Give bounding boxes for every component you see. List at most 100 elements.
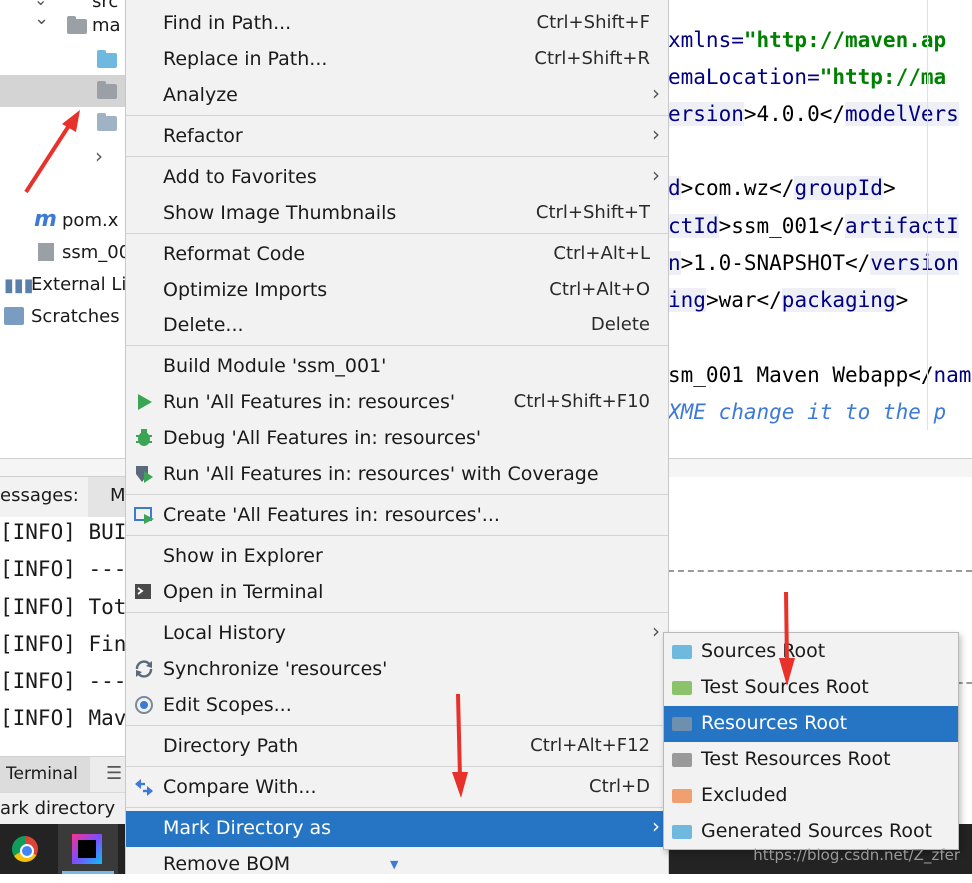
menu-item-debug[interactable]: Debug 'All Features in: resources' — [126, 421, 668, 457]
menu-item-analyze[interactable]: Analyze › — [126, 78, 668, 114]
submenu-item-generated-sources-root[interactable]: Generated Sources Root — [664, 814, 958, 850]
menu-item-reformat-code[interactable]: Reformat Code Ctrl+Alt+L — [126, 237, 668, 273]
console-line: [INFO] Mav — [0, 706, 127, 730]
chrome-taskbar-button[interactable] — [0, 824, 52, 874]
menu-separator — [126, 725, 668, 726]
menu-item-show-in-explorer[interactable]: Show in Explorer — [126, 539, 668, 575]
sync-icon — [135, 660, 153, 678]
tree-item-external-libraries[interactable]: ▮▮▮ External Li — [0, 269, 127, 301]
folder-icon — [97, 81, 117, 99]
project-tree: ⌄ src ⌄ ma › m pom.x ssm_00 ▮▮▮ External… — [0, 0, 130, 460]
menu-item-run-with-coverage[interactable]: Run 'All Features in: resources' with Co… — [126, 457, 668, 493]
menu-separator — [126, 156, 668, 157]
status-bar: ark directory — [0, 792, 125, 825]
console-line: [INFO] --- — [0, 557, 127, 581]
chevron-right-icon: › — [652, 814, 660, 838]
menu-item-run[interactable]: Run 'All Features in: resources' Ctrl+Shi… — [126, 385, 668, 421]
chevron-right-icon: › — [652, 122, 660, 146]
generated-sources-root-icon — [672, 825, 692, 839]
menu-item-delete[interactable]: Delete... Delete — [126, 308, 668, 344]
code-line: xmlns="http://maven.ap — [668, 28, 947, 52]
chevron-right-icon: › — [652, 619, 660, 643]
code-line: sm_001 Maven Webapp</nam — [668, 363, 972, 387]
intellij-taskbar-button[interactable] — [58, 824, 118, 874]
menu-item-local-history[interactable]: Local History › — [126, 616, 668, 652]
menu-item-optimize-imports[interactable]: Optimize Imports Ctrl+Alt+O — [126, 273, 668, 309]
tree-item-label: pom.x — [62, 210, 119, 231]
messages-tab[interactable]: essages: — [0, 485, 79, 506]
tree-item-main[interactable]: ⌄ ma — [0, 8, 125, 42]
menu-item-build-module[interactable]: Build Module 'ssm_001' — [126, 349, 668, 385]
tree-item-scratches[interactable]: Scratches — [0, 301, 125, 333]
menu-separator — [126, 494, 668, 495]
test-resources-root-icon — [672, 753, 692, 767]
compare-icon — [135, 779, 153, 796]
debug-icon — [136, 429, 152, 446]
tree-item-resources[interactable] — [0, 75, 125, 107]
libraries-icon: ▮▮▮ — [4, 275, 34, 296]
scroll-down-icon[interactable]: ▼ — [390, 858, 398, 871]
tree-item-java[interactable] — [0, 44, 125, 76]
maven-tab[interactable]: M — [110, 485, 126, 506]
list-icon[interactable]: ☰ — [106, 763, 122, 784]
menu-separator — [126, 766, 668, 767]
tool-window-bar: Terminal ☰ — [0, 756, 125, 793]
chevron-down-icon[interactable]: ⌄ — [34, 8, 49, 29]
menu-separator — [126, 345, 668, 346]
menu-item-create-configuration[interactable]: Create 'All Features in: resources'... — [126, 498, 668, 534]
submenu-item-test-sources-root[interactable]: Test Sources Root — [664, 670, 958, 706]
create-config-icon — [134, 507, 154, 524]
terminal-tab[interactable]: Terminal — [6, 764, 78, 784]
annotation-arrow — [452, 693, 468, 798]
tree-item-label: ma — [92, 15, 121, 36]
tree-item-pom[interactable]: m pom.x — [0, 205, 125, 237]
menu-item-add-to-favorites[interactable]: Add to Favorites › — [126, 160, 668, 196]
submenu-item-sources-root[interactable]: Sources Root — [664, 634, 958, 670]
sources-root-icon — [672, 645, 692, 659]
code-line: emaLocation="http://ma — [668, 65, 947, 89]
terminal-icon — [135, 584, 151, 599]
web-folder-icon — [97, 113, 117, 131]
test-sources-root-icon — [672, 681, 692, 695]
menu-item-compare-with[interactable]: Compare With... Ctrl+D — [126, 770, 668, 806]
tree-item-label: External Li — [31, 274, 127, 295]
menu-separator — [126, 233, 668, 234]
chevron-right-icon[interactable]: › — [95, 144, 103, 168]
menu-separator — [126, 807, 668, 808]
menu-item-replace-in-path[interactable]: Replace in Path... Ctrl+Shift+R — [126, 42, 668, 78]
code-line: n>1.0-SNAPSHOT</version — [668, 251, 959, 275]
maven-file-icon: m — [34, 207, 57, 232]
scope-icon — [135, 696, 153, 714]
excluded-icon — [672, 789, 692, 803]
status-text: ark directory — [0, 798, 116, 819]
menu-item-find-in-path[interactable]: Find in Path... Ctrl+Shift+F — [126, 6, 668, 42]
menu-item-directory-path[interactable]: Directory Path Ctrl+Alt+F12 — [126, 729, 668, 765]
console-line: [INFO] Fin — [0, 632, 127, 656]
editor-right-margin — [927, 0, 928, 430]
console-dash-line — [957, 682, 972, 684]
menu-item-mark-directory-as[interactable]: Mark Directory as › — [126, 811, 668, 847]
annotation-arrow — [779, 591, 795, 686]
console-line: [INFO] --- — [0, 669, 127, 693]
menu-item-synchronize[interactable]: Synchronize 'resources' — [126, 652, 668, 688]
submenu-item-excluded[interactable]: Excluded — [664, 778, 958, 814]
menu-item-open-in-terminal[interactable]: Open in Terminal — [126, 575, 668, 611]
console-dash-line — [668, 570, 972, 572]
menu-item-show-image-thumbnails[interactable]: Show Image Thumbnails Ctrl+Shift+T — [126, 196, 668, 232]
code-line: ing>war</packaging> — [668, 288, 909, 312]
context-menu: Find in Path... Ctrl+Shift+F Replace in P… — [125, 0, 669, 875]
submenu-item-test-resources-root[interactable]: Test Resources Root — [664, 742, 958, 778]
menu-item-edit-scopes[interactable]: Edit Scopes... — [126, 688, 668, 724]
resources-root-icon — [672, 717, 692, 731]
console-line: [INFO] Tot — [0, 595, 127, 619]
submenu-item-resources-root[interactable]: Resources Root — [664, 706, 958, 742]
menu-separator — [126, 535, 668, 536]
code-line: ctId>ssm_001</artifactI — [668, 214, 959, 238]
menu-separator — [126, 612, 668, 613]
mark-directory-submenu: Sources Root Test Sources Root Resources… — [663, 632, 959, 850]
tree-item-iml[interactable]: ssm_00 — [0, 237, 130, 269]
code-comment-line: XME change it to the p — [668, 400, 947, 424]
menu-item-refactor[interactable]: Refactor › — [126, 119, 668, 155]
run-icon — [138, 394, 152, 410]
folder-icon — [67, 16, 87, 34]
